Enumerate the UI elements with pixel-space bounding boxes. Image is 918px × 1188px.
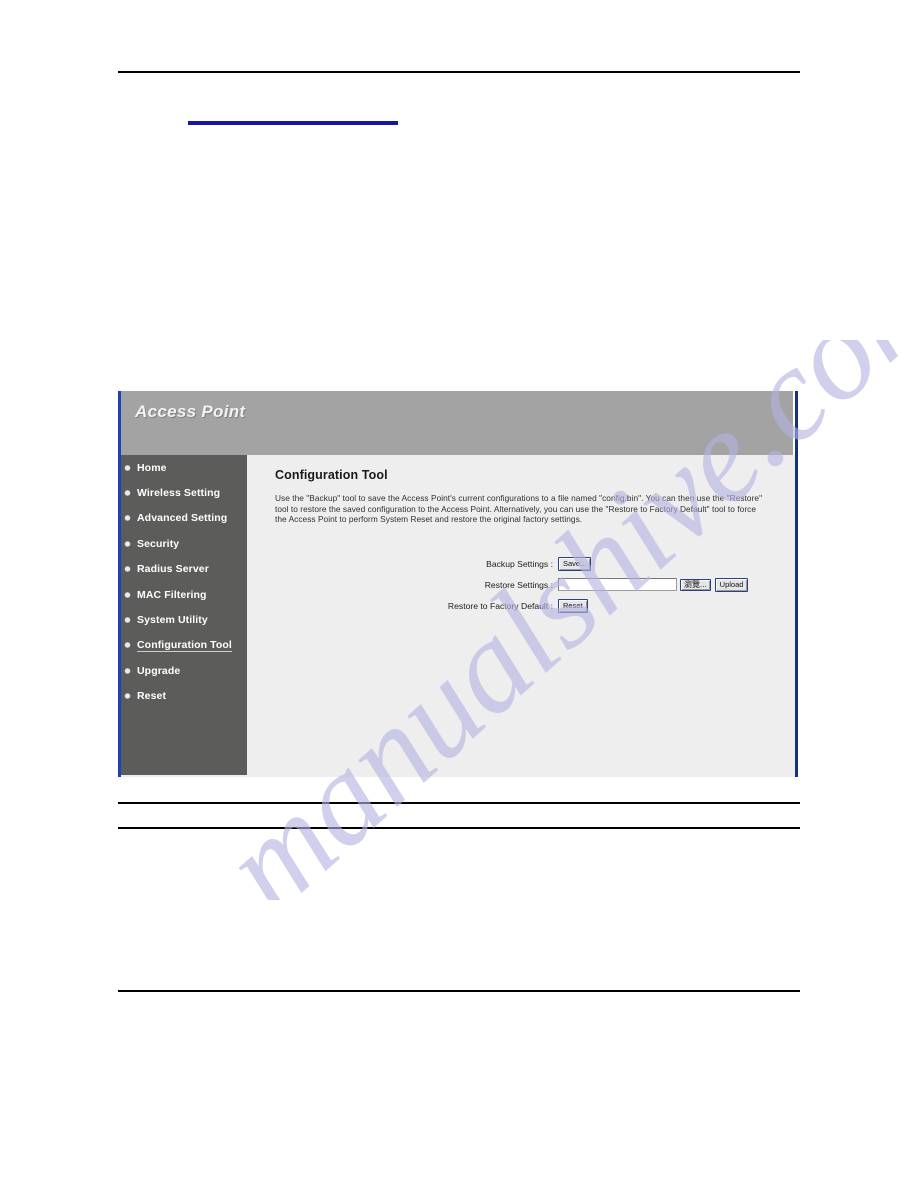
access-point-web-ui-panel: Access Point Home Wireless Setting Advan… [118, 391, 798, 777]
ap-body: Home Wireless Setting Advanced Setting S… [121, 455, 795, 777]
sidebar-item-radius-server[interactable]: Radius Server [121, 557, 247, 582]
save-button[interactable]: Save... [558, 556, 592, 571]
page-title: Configuration Tool [275, 468, 388, 482]
bullet-icon [125, 668, 130, 674]
blue-underline-bar [188, 121, 398, 125]
bullet-icon [125, 465, 130, 471]
page-description: Use the "Backup" tool to save the Access… [275, 493, 763, 525]
sidebar-item-home[interactable]: Home [121, 455, 247, 480]
restore-factory-default-label: Restore to Factory Default : [447, 600, 553, 611]
ap-title: Access Point [135, 402, 246, 421]
restore-settings-row: Restore Settings : 瀏覽... Upload [247, 574, 795, 595]
restore-file-input[interactable] [558, 578, 677, 591]
sidebar-item-system-utility[interactable]: System Utility [121, 607, 247, 632]
sidebar-item-upgrade[interactable]: Upgrade [121, 658, 247, 683]
bullet-icon [125, 566, 130, 572]
sidebar-item-label: Security [137, 537, 180, 550]
sidebar-item-label: Radius Server [137, 563, 209, 576]
browse-button[interactable]: 瀏覽... [680, 578, 711, 591]
configuration-form: Backup Settings : Save... Restore Settin… [247, 553, 795, 616]
upload-button[interactable]: Upload [714, 577, 749, 592]
sidebar-item-reset[interactable]: Reset [121, 684, 247, 709]
bullet-icon [125, 490, 130, 496]
main-content: Configuration Tool Use the "Backup" tool… [247, 455, 795, 777]
sidebar-item-label: Advanced Setting [137, 512, 228, 525]
sidebar-item-label: Home [137, 461, 167, 474]
sidebar-item-wireless-setting[interactable]: Wireless Setting [121, 480, 247, 505]
bullet-icon [125, 515, 130, 521]
restore-settings-label: Restore Settings : [484, 579, 553, 590]
bullet-icon [125, 693, 130, 699]
footer-rule-top [118, 802, 800, 804]
sidebar-item-label: System Utility [137, 614, 208, 627]
sidebar-item-configuration-tool[interactable]: Configuration Tool [121, 633, 247, 658]
bullet-icon [125, 541, 130, 547]
sidebar-item-label: Reset [137, 690, 167, 703]
footer-rule-bottom [118, 990, 800, 992]
backup-settings-label: Backup Settings : [486, 558, 553, 569]
ap-header: Access Point [121, 391, 793, 455]
sidebar-item-mac-filtering[interactable]: MAC Filtering [121, 582, 247, 607]
restore-factory-default-row: Restore to Factory Default : Reset [247, 595, 795, 616]
sidebar-item-label: Configuration Tool [137, 638, 232, 652]
sidebar-item-advanced-setting[interactable]: Advanced Setting [121, 506, 247, 531]
sidebar-item-label: Upgrade [137, 664, 181, 677]
bullet-icon [125, 592, 130, 598]
sidebar-item-security[interactable]: Security [121, 531, 247, 556]
backup-settings-row: Backup Settings : Save... [247, 553, 795, 574]
footer-rule-middle [118, 827, 800, 829]
sidebar-item-label: Wireless Setting [137, 487, 221, 500]
sidebar-item-label: MAC Filtering [137, 588, 207, 601]
bullet-icon [125, 617, 130, 623]
header-rule [118, 71, 800, 73]
reset-button[interactable]: Reset [558, 598, 588, 613]
sidebar-nav: Home Wireless Setting Advanced Setting S… [121, 455, 247, 775]
bullet-icon [125, 642, 130, 648]
panel-right-border [795, 391, 798, 777]
